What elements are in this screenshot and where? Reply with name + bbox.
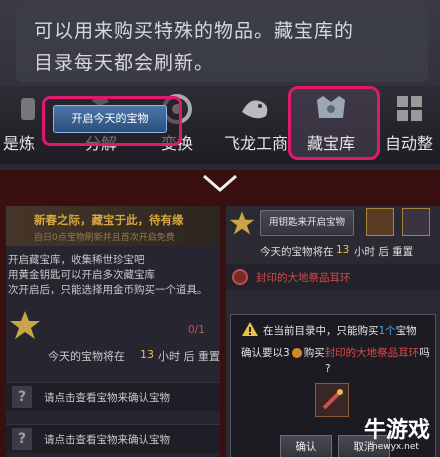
- dialog-line-2-suffix: 吗: [419, 347, 430, 359]
- warning-icon: [242, 322, 258, 336]
- dialog-count: 1个: [378, 325, 396, 337]
- dialog-line-2-mid: 购买: [303, 347, 325, 359]
- watermark-url: newyx.net: [372, 442, 419, 452]
- menu-label: 飞龙工商: [223, 134, 288, 153]
- description-line-1: 可以用来购买特殊的物品。藏宝库的: [34, 20, 355, 42]
- list-item-text: 请点击查看宝物来确认宝物: [44, 392, 170, 404]
- refine-icon: [21, 98, 35, 120]
- scroll-item-icon: [402, 208, 430, 236]
- description-box: 可以用来购买特殊的物品。藏宝库的 目录每天都会刷新。: [16, 6, 428, 82]
- open-treasure-button[interactable]: 开启今天的宝物: [53, 105, 167, 133]
- banner-subtitle: 自日0点宝物刷新并且首次开启免费: [34, 233, 175, 243]
- description-line-2: 目录每天都会刷新。: [34, 52, 215, 74]
- open-counter: 0/1: [188, 324, 205, 336]
- item-name: 封印的大地祭品耳环: [256, 272, 351, 284]
- reset-hours: 13: [140, 348, 154, 361]
- reset-suffix: 小时 后 重置: [354, 246, 414, 258]
- key-item-icon: [366, 208, 394, 236]
- watermark: 牛游戏 newyx.net: [330, 410, 440, 457]
- question-icon: ?: [12, 428, 32, 450]
- use-key-button[interactable]: 用钥匙来开启宝物: [260, 210, 354, 236]
- info-line-3: 次开启后，只能选择用金币购买一个道具。: [8, 284, 208, 296]
- dialog-item-name: 封印的大地祭品耳环: [324, 347, 420, 359]
- reset-suffix: 小时 后 重置: [158, 350, 220, 363]
- gold-coin-icon: [291, 348, 302, 358]
- earring-icon: [232, 269, 248, 285]
- left-panel: 新春之际，藏宝于此，待有缘 自日0点宝物刷新并且首次开启免费 开启藏宝库，收集稀…: [6, 206, 220, 457]
- watermark-text: 牛游戏: [364, 418, 431, 443]
- grid-icon: [397, 96, 422, 121]
- item-row[interactable]: 封印的大地祭品耳环: [226, 264, 440, 290]
- info-line-1: 开启藏宝库，收集稀世珍宝吧: [8, 254, 145, 266]
- star-emblem-icon: [229, 211, 255, 235]
- list-item-text: 请点击查看宝物来确认宝物: [44, 434, 170, 446]
- dialog-line-1-prefix: 在当前目录中，只能购买: [263, 325, 379, 337]
- info-line-2: 用黄金钥匙可以开启多次藏宝库: [8, 269, 155, 281]
- menu-item-auto-sort[interactable]: 自动整: [374, 92, 440, 158]
- open-button-highlight: 开启今天的宝物: [42, 96, 182, 146]
- chevron-down-icon: [203, 174, 237, 192]
- menu-label: 自动整: [384, 134, 433, 153]
- reset-text: 今天的宝物将在: [260, 246, 334, 258]
- list-item[interactable]: ? 请点击查看宝物来确认宝物: [6, 424, 220, 453]
- treasure-chest-icon: [317, 96, 345, 118]
- banner-title: 新春之际，藏宝于此，待有缘: [34, 213, 184, 227]
- dialog-line-3: ?: [325, 363, 331, 375]
- dialog-line-1: 在当前目录中，只能购买1个宝物: [263, 323, 417, 338]
- reset-text: 今天的宝物将在: [48, 350, 125, 363]
- question-icon: ?: [12, 386, 32, 408]
- dialog-line-1-suffix: 宝物: [395, 325, 417, 337]
- dragon-shop-icon: [242, 100, 268, 119]
- menu-item-treasure[interactable]: 藏宝库: [296, 92, 366, 158]
- event-banner: 新春之际，藏宝于此，待有缘 自日0点宝物刷新并且首次开启免费: [6, 206, 220, 246]
- reset-hours: 13: [336, 244, 350, 256]
- star-emblem-icon: [10, 311, 40, 339]
- confirm-button[interactable]: 确认: [280, 435, 332, 457]
- menu-label: 藏宝库: [306, 134, 355, 153]
- list-item[interactable]: ? 请点击查看宝物来确认宝物: [6, 382, 220, 411]
- dialog-line-2: 确认要以3 购买封印的大地祭品耳环吗: [241, 345, 430, 360]
- menu-item-dragon-shop[interactable]: 飞龙工商: [218, 92, 294, 158]
- dialog-line-2-prefix: 确认要以3: [241, 347, 290, 359]
